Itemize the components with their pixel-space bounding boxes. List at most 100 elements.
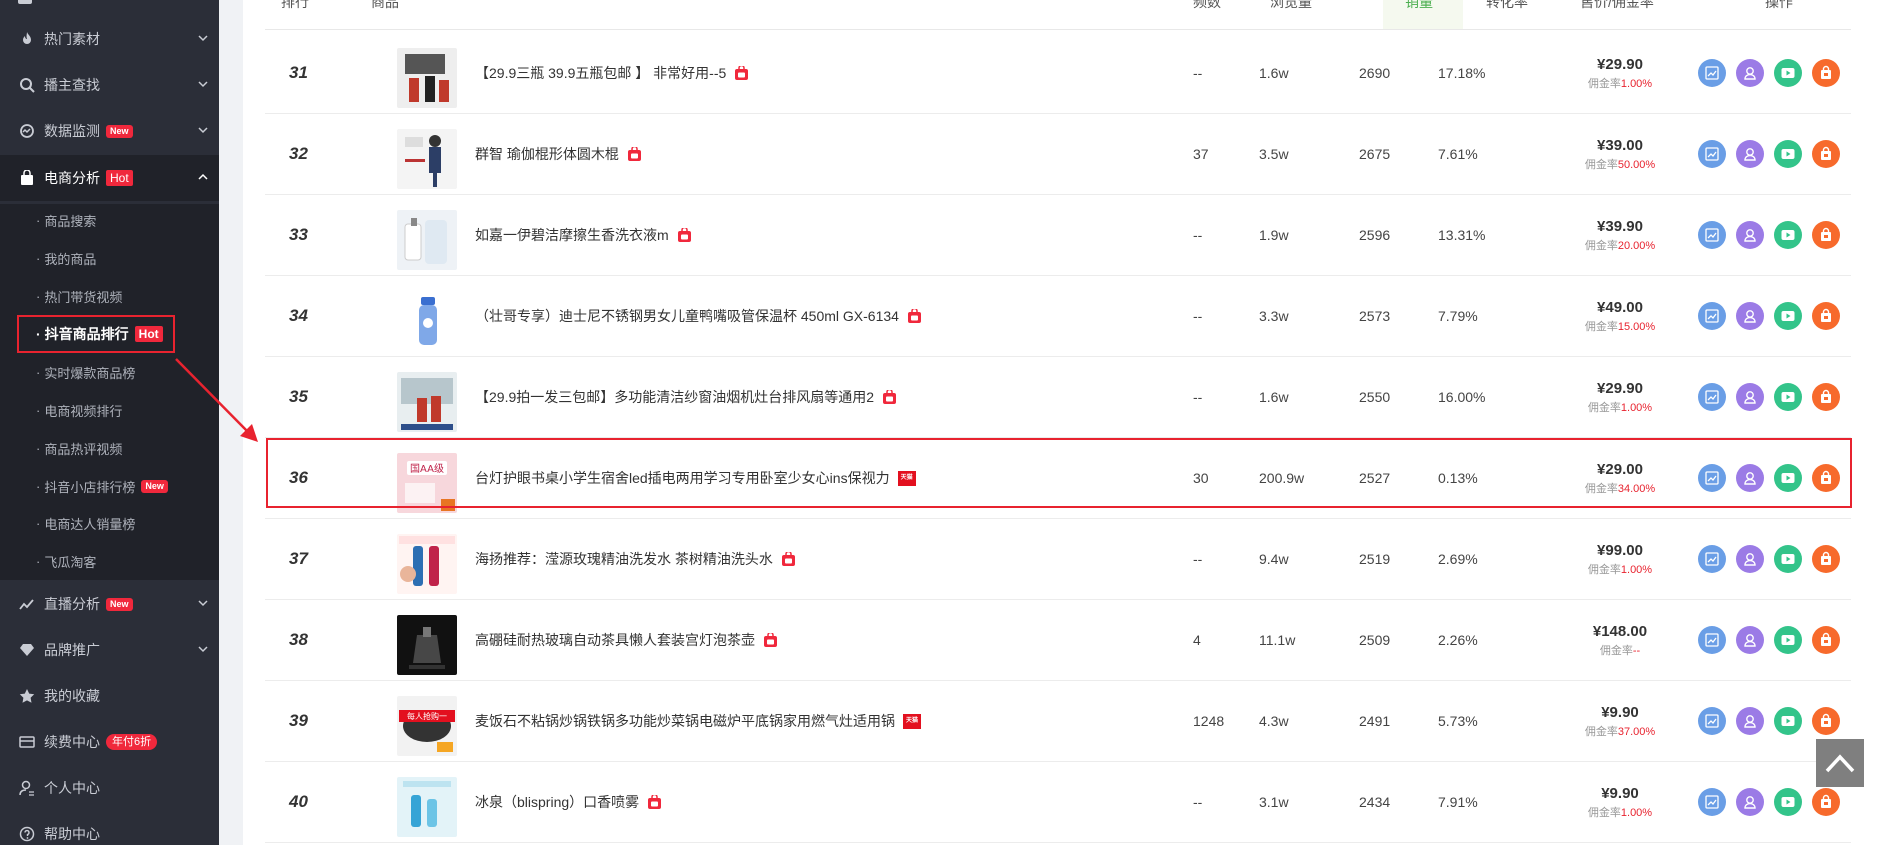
play-video-button[interactable] [1774,626,1802,654]
trend-chart-button[interactable] [1698,788,1726,816]
douyin-shop-icon[interactable] [907,308,922,324]
douyin-shop-icon[interactable] [627,146,642,162]
influencer-button[interactable] [1736,221,1764,249]
header-conversion[interactable]: 转化率 [1486,0,1528,12]
product-thumbnail[interactable]: 每人抢购一 [397,696,457,756]
sub-item-realtime-hot[interactable]: · 实时爆款商品榜 [36,361,135,383]
nav-brand-promotion[interactable]: 品牌推广 [0,627,219,673]
play-video-button[interactable] [1774,221,1802,249]
product-thumbnail[interactable] [397,372,457,432]
douyin-shop-icon[interactable] [647,794,662,810]
commission-rate: 佣金率50.00% [1585,156,1655,172]
influencer-button[interactable] [1736,626,1764,654]
shop-button[interactable] [1812,302,1840,330]
influencer-button[interactable] [1736,788,1764,816]
sub-item-influencer-sales[interactable]: · 电商达人销量榜 [36,512,135,534]
shop-button[interactable] [1812,545,1840,573]
sub-item-video-ranking[interactable]: · 电商视频排行 [36,399,122,421]
nav-help-center[interactable]: 帮助中心 [0,811,219,845]
conversion-value: 2.69% [1438,551,1478,567]
play-video-button[interactable] [1774,59,1802,87]
douyin-shop-icon[interactable] [677,227,692,243]
nav-ecommerce-analysis[interactable]: 电商分析 Hot [0,155,219,201]
trend-chart-button[interactable] [1698,383,1726,411]
trend-chart-button[interactable] [1698,59,1726,87]
product-thumbnail[interactable] [397,129,457,189]
influencer-button[interactable] [1736,59,1764,87]
product-name-link[interactable]: 【29.9三瓶 39.9五瓶包邮 】 非常好用--5 [475,33,749,113]
shop-button[interactable] [1812,140,1840,168]
product-thumbnail[interactable] [397,615,457,675]
freq-value: -- [1193,389,1203,405]
trend-chart-button[interactable] [1698,140,1726,168]
product-thumbnail[interactable] [397,291,457,351]
product-name-link[interactable]: 海扬推荐：滢源玫瑰精油洗发水 茶树精油洗头水 [475,519,796,599]
shop-button[interactable] [1812,383,1840,411]
sub-item-product-search[interactable]: · 商品搜索 [36,209,96,231]
douyin-shop-icon[interactable] [734,65,749,81]
trend-chart-button[interactable] [1698,545,1726,573]
play-video-button[interactable] [1774,383,1802,411]
commission-value: 1.00% [1620,401,1653,414]
header-sales[interactable]: 销量 [1405,0,1433,12]
table-row: 38 高硼硅耐热玻璃自动茶具懒人套装宫灯泡茶壶 4 11.1w 2509 2.2… [265,600,1851,681]
play-video-button[interactable] [1774,545,1802,573]
play-video-button[interactable] [1774,707,1802,735]
sub-item-shop-ranking[interactable]: · 抖音小店排行榜 New [36,475,168,497]
table-row: 40 冰泉（blispring）口香喷雾 -- 3.1w 2434 7.91% … [265,762,1851,843]
nav-live-analysis[interactable]: 直播分析 New [0,581,219,627]
header-rank[interactable]: 排行 [281,0,309,12]
shop-button[interactable] [1812,788,1840,816]
product-thumbnail[interactable] [397,777,457,837]
product-name-link[interactable]: （壮哥专享）迪士尼不锈钢男女儿童鸭嘴吸管保温杯 450ml GX-6134 [475,276,922,356]
price-cell: ¥39.00 佣金率50.00% [1555,114,1685,194]
shop-button[interactable] [1812,59,1840,87]
nav-renewal-center[interactable]: 续费中心 年付6折 [0,719,219,765]
product-thumbnail[interactable] [397,534,457,594]
user-icon [1744,148,1756,161]
price-cell: ¥148.00 佣金率-- [1555,600,1685,680]
douyin-shop-icon[interactable] [781,551,796,567]
douyin-shop-icon[interactable] [763,632,778,648]
influencer-button[interactable] [1736,707,1764,735]
trend-chart-button[interactable] [1698,626,1726,654]
sub-item-hot-videos[interactable]: · 热门带货视频 [36,285,122,307]
nav-my-favorites[interactable]: 我的收藏 [0,673,219,719]
sub-item-feigua-taoke[interactable]: · 飞瓜淘客 [36,550,96,572]
play-video-button[interactable] [1774,302,1802,330]
sub-item-my-products[interactable]: · 我的商品 [36,247,96,269]
nav-hot-material[interactable]: 热门素材 [0,16,219,62]
header-freq[interactable]: 频数 [1193,0,1221,12]
back-to-top-button[interactable] [1816,739,1864,787]
shop-button[interactable] [1812,626,1840,654]
shop-button[interactable] [1812,221,1840,249]
influencer-button[interactable] [1736,302,1764,330]
row-actions [1698,114,1850,194]
play-video-button[interactable] [1774,788,1802,816]
trend-chart-button[interactable] [1698,221,1726,249]
product-name-link[interactable]: 如嘉一伊碧洁摩擦生香洗衣液m [475,195,692,275]
play-video-button[interactable] [1774,140,1802,168]
douyin-shop-icon[interactable] [882,389,897,405]
product-name-link[interactable]: 【29.9拍一发三包邮】多功能清洁纱窗油烟机灶台排风扇等通用2 [475,357,897,437]
product-name-link[interactable]: 麦饭石不粘锅炒锅铁锅多功能炒菜锅电磁炉平底锅家用燃气灶适用锅 天猫 [475,681,921,761]
nav-personal-center[interactable]: 个人中心 [0,765,219,811]
influencer-button[interactable] [1736,383,1764,411]
product-name-link[interactable]: 高硼硅耐热玻璃自动茶具懒人套装宫灯泡茶壶 [475,600,778,680]
product-thumbnail[interactable] [397,48,457,108]
header-price[interactable]: 售价/佣金率 [1580,0,1654,12]
influencer-button[interactable] [1736,140,1764,168]
play-icon [1781,635,1795,645]
nav-data-monitor[interactable]: 数据监测 New [0,108,219,154]
play-icon [1781,797,1795,807]
trend-chart-button[interactable] [1698,707,1726,735]
influencer-button[interactable] [1736,545,1764,573]
product-name-link[interactable]: 群智 瑜伽棍形体圆木棍 [475,114,642,194]
sub-item-hot-comment-videos[interactable]: · 商品热评视频 [36,437,122,459]
product-name-link[interactable]: 冰泉（blispring）口香喷雾 [475,762,662,842]
shop-button[interactable] [1812,707,1840,735]
nav-streamer-search[interactable]: 播主查找 [0,62,219,108]
product-thumbnail[interactable] [397,210,457,270]
trend-chart-button[interactable] [1698,302,1726,330]
header-views[interactable]: 浏览量 [1270,0,1312,12]
